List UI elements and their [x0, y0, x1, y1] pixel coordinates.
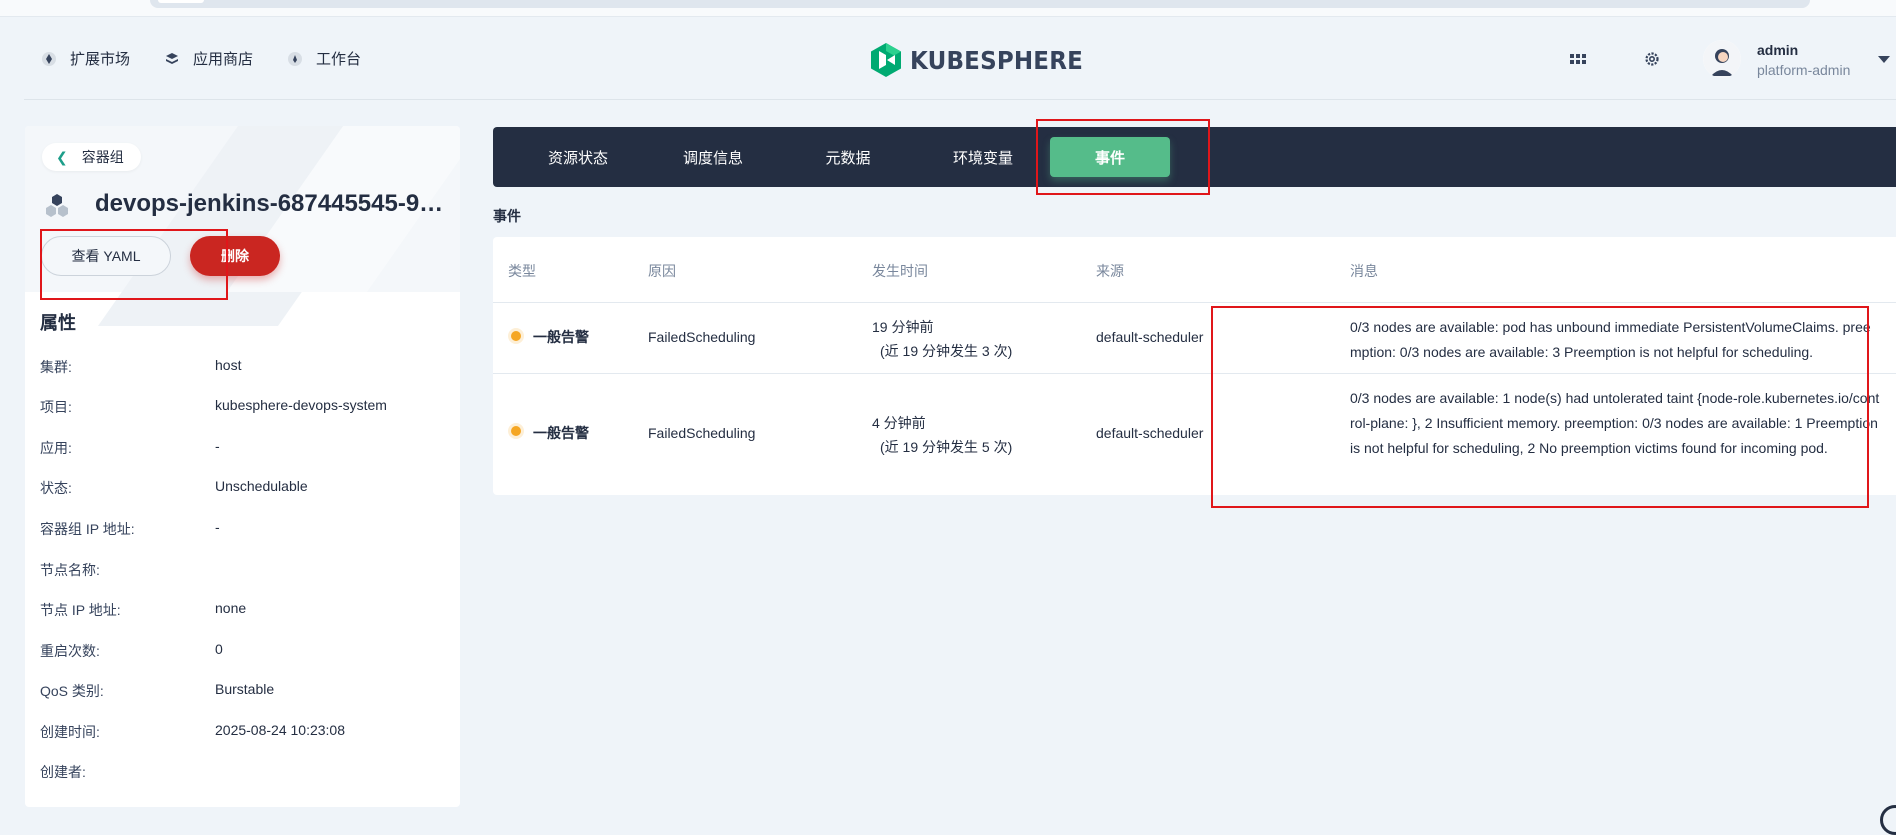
attribute-value: Unschedulable — [215, 478, 308, 494]
attribute-key: 重启次数: — [40, 643, 100, 659]
app-store-icon — [163, 50, 181, 68]
user-name: admin — [1757, 42, 1799, 58]
event-type: 一般告警 — [533, 329, 589, 345]
attribute-value: host — [215, 357, 242, 373]
user-menu-caret-icon[interactable] — [1878, 56, 1890, 63]
address-bar-tab — [158, 0, 204, 3]
attribute-key: 节点名称: — [40, 562, 100, 578]
attribute-key: 容器组 IP 地址: — [40, 521, 135, 537]
row-divider — [493, 302, 1896, 303]
nav-workbench[interactable]: 工作台 — [286, 48, 361, 69]
attribute-value: 2025-08-24 10:23:08 — [215, 722, 345, 738]
event-time-detail: (近 19 分钟发生 3 次) — [880, 343, 1013, 359]
chevron-left-icon: ❮ — [56, 148, 68, 165]
attribute-value: - — [215, 519, 220, 535]
events-table: 类型 原因 发生时间 来源 消息 一般告警 FailedScheduling 1… — [493, 237, 1896, 495]
attributes-title: 属性 — [40, 313, 76, 333]
attribute-key: 项目: — [40, 399, 72, 415]
warning-dot-icon — [511, 331, 521, 341]
corner-widget[interactable] — [1880, 805, 1896, 835]
attribute-key: QoS 类别: — [40, 683, 104, 699]
attribute-key: 创建者: — [40, 764, 86, 780]
kubesphere-logo-icon — [871, 43, 901, 77]
logo-text: KUBESPHERE — [910, 45, 1083, 75]
event-time: 4 分钟前 — [872, 415, 926, 431]
view-yaml-button[interactable]: 查看 YAML — [41, 236, 171, 276]
column-header: 原因 — [648, 263, 676, 279]
event-source: default-scheduler — [1096, 329, 1204, 345]
pod-detail-panel: ❮ 容器组 devops-jenkins-687445545-9… 查看 YAM… — [25, 126, 460, 807]
back-label: 容器组 — [81, 149, 124, 165]
column-header: 发生时间 — [872, 263, 928, 279]
grid-icon — [1570, 54, 1586, 64]
delete-button[interactable]: 删除 — [190, 236, 280, 276]
detail-tabs: 资源状态 调度信息 元数据 环境变量 事件 — [493, 127, 1896, 187]
address-bar[interactable] — [150, 0, 1810, 8]
gear-icon — [1645, 52, 1659, 66]
nav-app-store[interactable]: 应用商店 — [163, 48, 253, 69]
column-header: 来源 — [1096, 263, 1124, 279]
nav-label: 扩展市场 — [70, 51, 131, 68]
attribute-key: 创建时间: — [40, 724, 100, 740]
tab-resource-status[interactable]: 资源状态 — [523, 127, 633, 187]
attribute-key: 节点 IP 地址: — [40, 602, 121, 618]
event-time: 19 分钟前 — [872, 319, 934, 335]
tab-scheduling-info[interactable]: 调度信息 — [658, 127, 768, 187]
row-divider — [493, 373, 1896, 374]
nav-extension-market[interactable]: 扩展市场 — [40, 48, 130, 69]
tab-metadata[interactable]: 元数据 — [793, 127, 903, 187]
attribute-key: 状态: — [40, 480, 72, 496]
column-header: 类型 — [508, 263, 536, 279]
workbench-icon — [286, 50, 304, 68]
attribute-value: 0 — [215, 641, 223, 657]
event-message: 0/3 nodes are available: 1 node(s) had u… — [1350, 390, 1880, 456]
event-source: default-scheduler — [1096, 425, 1204, 441]
attribute-value: none — [215, 600, 247, 616]
event-type: 一般告警 — [533, 425, 589, 441]
event-time-detail: (近 19 分钟发生 5 次) — [880, 439, 1013, 455]
column-header: 消息 — [1350, 263, 1378, 279]
page-title: devops-jenkins-687445545-9… — [95, 190, 444, 217]
user-role: platform-admin — [1757, 62, 1851, 78]
apps-grid-button[interactable] — [1569, 50, 1587, 68]
attribute-key: 集群: — [40, 359, 72, 375]
avatar[interactable] — [1703, 40, 1741, 78]
pod-icon — [46, 194, 68, 217]
kubesphere-logo[interactable]: KUBESPHERE — [870, 42, 1098, 78]
attribute-key: 应用: — [40, 440, 72, 456]
attribute-value: kubesphere-devops-system — [215, 397, 387, 413]
nav-label: 应用商店 — [193, 51, 254, 68]
nav-label: 工作台 — [316, 51, 362, 68]
attribute-value: Burstable — [215, 681, 275, 697]
attribute-value: - — [215, 438, 220, 454]
event-reason: FailedScheduling — [648, 425, 756, 441]
browser-top-strip — [0, 0, 1896, 17]
header-divider — [24, 99, 1896, 100]
back-to-pods-button[interactable]: ❮ 容器组 — [42, 143, 141, 171]
tab-env-vars[interactable]: 环境变量 — [928, 127, 1038, 187]
event-reason: FailedScheduling — [648, 329, 756, 345]
user-avatar-icon — [1703, 40, 1741, 78]
tab-events[interactable]: 事件 — [1050, 137, 1170, 177]
events-section-title: 事件 — [493, 208, 521, 224]
settings-button[interactable] — [1643, 50, 1661, 68]
extension-icon — [40, 50, 58, 68]
warning-dot-icon — [511, 426, 521, 436]
event-message: 0/3 nodes are available: pod has unbound… — [1350, 319, 1871, 360]
